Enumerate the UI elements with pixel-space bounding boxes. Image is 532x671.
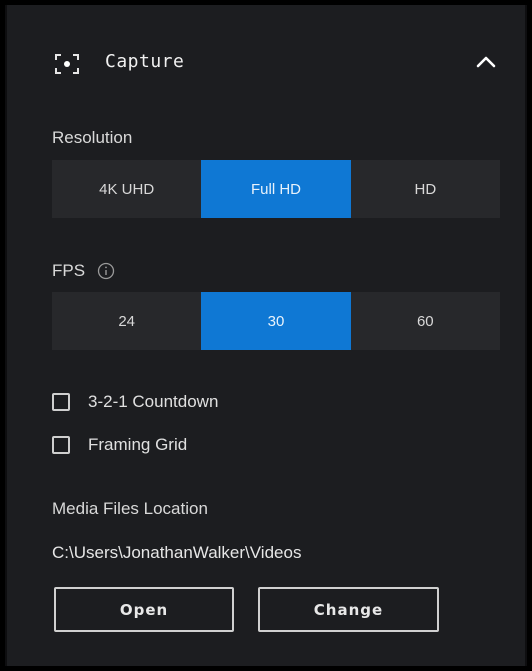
resolution-option-4k-uhd[interactable]: 4K UHD <box>52 160 201 218</box>
resolution-option-hd[interactable]: HD <box>351 160 500 218</box>
capture-icon <box>54 53 80 75</box>
chevron-up-icon <box>476 56 496 68</box>
resolution-option-full-hd[interactable]: Full HD <box>201 160 351 218</box>
section-title: Capture <box>105 51 185 72</box>
capture-header: Capture <box>7 5 525 115</box>
change-button[interactable]: Change <box>258 587 439 632</box>
fps-option-60[interactable]: 60 <box>351 292 500 350</box>
resolution-label: Resolution <box>52 128 133 147</box>
fps-selector: 24 30 60 <box>52 292 500 350</box>
info-icon[interactable] <box>97 262 115 280</box>
fps-label: FPS <box>52 261 86 280</box>
media-location-path: C:\Users\JonathanWalker\Videos <box>52 543 302 562</box>
fps-option-24[interactable]: 24 <box>52 292 201 350</box>
countdown-label: 3-2-1 Countdown <box>88 392 219 411</box>
fps-option-30[interactable]: 30 <box>201 292 351 350</box>
media-location-label: Media Files Location <box>52 499 208 518</box>
resolution-selector: 4K UHD Full HD HD <box>52 160 500 218</box>
collapse-button[interactable] <box>469 45 503 79</box>
framing-grid-checkbox[interactable] <box>52 436 70 454</box>
capture-panel: Capture Resolution 4K UHD Full HD HD FPS… <box>5 5 527 666</box>
open-button[interactable]: Open <box>54 587 234 632</box>
countdown-checkbox[interactable] <box>52 393 70 411</box>
countdown-option[interactable]: 3-2-1 Countdown <box>52 390 218 414</box>
framing-grid-option[interactable]: Framing Grid <box>52 433 187 457</box>
framing-grid-label: Framing Grid <box>88 435 188 454</box>
